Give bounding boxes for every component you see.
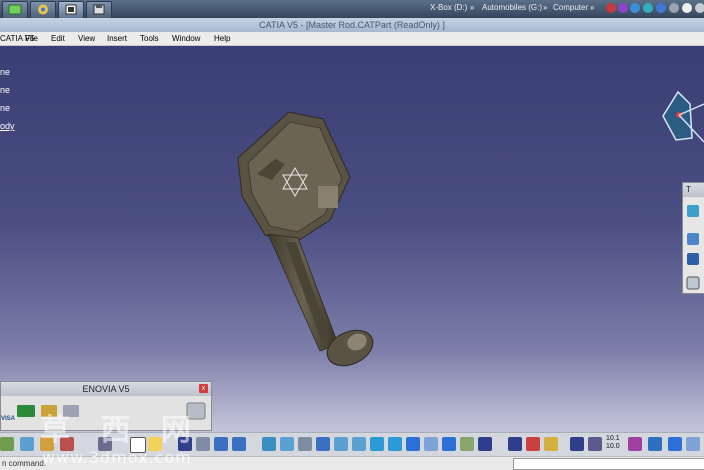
measure-item-icon[interactable] (526, 437, 540, 451)
snap-value-readout: 10.1 10.0 (606, 435, 620, 450)
menu-help[interactable]: Help (214, 34, 230, 43)
normal-view-icon[interactable] (370, 437, 384, 451)
taskbar-button-chrome[interactable] (30, 1, 56, 19)
close-icon[interactable]: x (199, 384, 208, 393)
fly-icon[interactable] (262, 437, 276, 451)
menu-view[interactable]: View (78, 34, 95, 43)
zoom-in-icon[interactable] (334, 437, 348, 451)
chevron-icon: » (543, 3, 548, 12)
menu-file[interactable]: File (25, 34, 38, 43)
pan-icon[interactable] (298, 437, 312, 451)
tray-icon-5[interactable] (656, 3, 666, 13)
pad-icon (687, 205, 699, 217)
floating-toolbar-right: T (682, 182, 704, 294)
material-icon[interactable] (460, 437, 474, 451)
menu-edit[interactable]: Edit (51, 34, 65, 43)
taskbar-button-save[interactable] (86, 1, 112, 19)
chrome-icon (38, 4, 48, 15)
inertia-icon[interactable] (544, 437, 558, 451)
axis-system-icon[interactable] (588, 437, 602, 451)
cursor-icon[interactable] (570, 437, 584, 451)
pocket-icon (687, 233, 699, 245)
measure-between-icon[interactable] (508, 437, 522, 451)
menu-tools[interactable]: Tools (140, 34, 159, 43)
watermark: 草 西 网 (40, 413, 201, 448)
taskbar-link-xbox[interactable]: X-Box (D:) (430, 3, 467, 12)
taskbar-button-catia[interactable] (58, 1, 84, 19)
hide-show-icon[interactable] (424, 437, 438, 451)
windows-taskbar: X-Box (D:) » Automobiles (G:) » Computer… (0, 0, 704, 19)
watermark-url: www.3dmox.com (42, 448, 192, 467)
toolbar-icons (686, 205, 700, 290)
constraint-icon[interactable] (628, 437, 642, 451)
menu-bar: CATIA V5 File Edit View Insert Tools Win… (0, 32, 704, 46)
title-bar: CATIA V5 - [Master Rod.CATPart (ReadOnly… (0, 18, 704, 32)
taskbar-link-automobiles[interactable]: Automobiles (G:) (482, 3, 542, 12)
menu-insert[interactable]: Insert (107, 34, 127, 43)
tray-icon-1[interactable] (606, 3, 616, 13)
fit-all-icon[interactable] (280, 437, 294, 451)
tray-icon-4[interactable] (643, 3, 653, 13)
shading-icon[interactable] (406, 437, 420, 451)
taskbar-button-app-1[interactable] (2, 1, 28, 19)
axis-icon[interactable] (214, 437, 228, 451)
floppy-icon (93, 4, 105, 15)
toolbar-title: T (683, 183, 704, 197)
measure-icon[interactable] (478, 437, 492, 451)
enovia-title: ENOVIA V5 (1, 382, 211, 396)
enovia-connect-icon (17, 405, 35, 417)
pattern-icon (687, 253, 699, 265)
chevron-icon: » (470, 3, 475, 12)
tray-icon-8[interactable] (695, 3, 704, 13)
power-input-field[interactable] (513, 458, 704, 470)
sketch-icon[interactable] (0, 437, 14, 451)
chevron-icon: » (590, 3, 595, 12)
rotate-icon[interactable] (316, 437, 330, 451)
select-icon (686, 276, 700, 290)
tray-icon-3[interactable] (630, 3, 640, 13)
cut-icon[interactable] (20, 437, 34, 451)
window-title: CATIA V5 - [Master Rod.CATPart (ReadOnly… (259, 20, 445, 30)
analysis-icon[interactable] (668, 437, 682, 451)
swap-space-icon[interactable] (442, 437, 456, 451)
update-icon[interactable] (648, 437, 662, 451)
tray-icon-2[interactable] (618, 3, 628, 13)
master-rod-part[interactable] (0, 46, 704, 436)
iso-view-icon[interactable] (388, 437, 402, 451)
tray-icon-7[interactable] (682, 3, 692, 13)
eraser-icon[interactable] (686, 437, 700, 451)
taskbar-link-computer[interactable]: Computer (553, 3, 588, 12)
catia-window-icon (65, 4, 77, 15)
zoom-out-icon[interactable] (352, 437, 366, 451)
menu-window[interactable]: Window (172, 34, 200, 43)
plane-icon[interactable] (232, 437, 246, 451)
tray-icon-6[interactable] (669, 3, 679, 13)
3d-viewport[interactable]: ne ne ne ody (0, 46, 704, 436)
window-icon (8, 4, 22, 15)
